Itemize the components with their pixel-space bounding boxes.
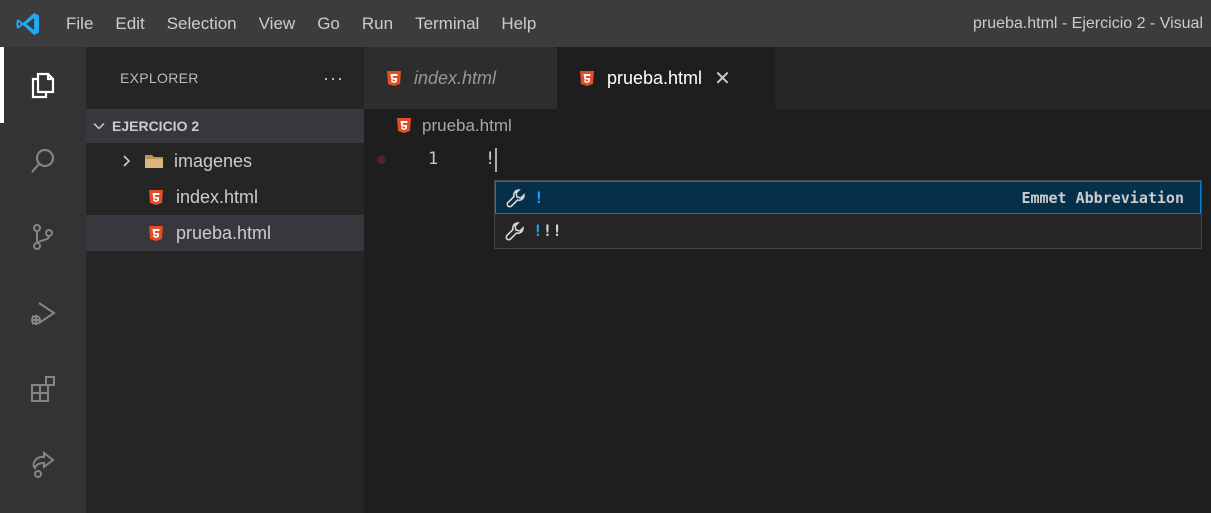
remote-icon[interactable]: [0, 427, 86, 503]
extensions-icon[interactable]: [0, 351, 86, 427]
tree-item-label: imagenes: [174, 150, 253, 171]
explorer-title: EXPLORER: [120, 70, 199, 86]
tab-label: prueba.html: [607, 67, 703, 88]
html-file-icon: [396, 117, 412, 134]
breadcrumb: prueba.html: [364, 109, 1211, 142]
explorer-icon[interactable]: [0, 47, 86, 123]
code-line[interactable]: 1 !: [364, 144, 1211, 178]
workspace-name: EJERCICIO 2: [112, 118, 200, 134]
suggestion-item[interactable]: ! Emmet Abbreviation: [495, 181, 1201, 214]
search-icon[interactable]: [0, 123, 86, 199]
tab-index-html[interactable]: index.html: [364, 47, 557, 109]
vscode-logo-icon: [0, 0, 56, 47]
html-file-icon: [148, 225, 164, 242]
breadcrumb-file[interactable]: prueba.html: [422, 116, 512, 136]
explorer-sidebar: EXPLORER ··· EJERCICIO 2 imagenes index.…: [86, 47, 364, 513]
suggestion-label: !: [534, 188, 544, 207]
menu-bar: File Edit Selection View Go Run Terminal…: [56, 0, 548, 47]
source-control-icon[interactable]: [0, 199, 86, 275]
html-file-icon: [386, 70, 402, 87]
more-actions-icon[interactable]: ···: [323, 68, 344, 89]
menu-help[interactable]: Help: [491, 0, 548, 47]
line-number: 1: [428, 149, 439, 169]
editor-tabs: index.html prueba.html ✕: [364, 47, 1211, 109]
menu-selection[interactable]: Selection: [157, 0, 249, 47]
window-title: prueba.html - Ejercicio 2 - Visual: [972, 14, 1203, 32]
tab-prueba-html[interactable]: prueba.html ✕: [557, 47, 775, 109]
chevron-down-icon: [92, 119, 110, 133]
menu-run[interactable]: Run: [352, 0, 405, 47]
tree-item-label: prueba.html: [176, 222, 272, 243]
wrench-icon: [504, 186, 528, 210]
close-icon[interactable]: ✕: [714, 66, 731, 91]
menu-edit[interactable]: Edit: [105, 0, 156, 47]
suggestion-label: !!!: [533, 221, 562, 240]
wrench-icon: [503, 219, 527, 243]
tree-file-prueba-html[interactable]: prueba.html: [86, 215, 364, 251]
title-bar: File Edit Selection View Go Run Terminal…: [0, 0, 1211, 47]
menu-terminal[interactable]: Terminal: [405, 0, 491, 47]
html-file-icon: [148, 189, 164, 206]
menu-go[interactable]: Go: [307, 0, 352, 47]
run-debug-icon[interactable]: [0, 275, 86, 351]
explorer-header: EXPLORER ···: [86, 47, 364, 109]
line-text[interactable]: !: [485, 149, 495, 169]
tree-folder-imagenes[interactable]: imagenes: [86, 143, 364, 179]
tree-item-label: index.html: [176, 186, 259, 207]
html-file-icon: [579, 70, 595, 87]
workspace-section-header[interactable]: EJERCICIO 2: [86, 109, 364, 143]
tab-label: index.html: [414, 67, 497, 88]
activity-bar: [0, 47, 86, 513]
tree-file-index-html[interactable]: index.html: [86, 179, 364, 215]
editor-area: index.html prueba.html ✕ prueba.html 1 !: [364, 47, 1211, 513]
chevron-right-icon: [116, 154, 138, 168]
menu-file[interactable]: File: [56, 0, 105, 47]
suggestion-item[interactable]: !!!: [495, 214, 1201, 247]
text-cursor: [495, 148, 497, 172]
suggestion-detail: Emmet Abbreviation: [1021, 188, 1184, 207]
suggest-widget: ! Emmet Abbreviation !!!: [494, 180, 1202, 249]
breakpoint-hint-icon[interactable]: [377, 155, 386, 164]
menu-view[interactable]: View: [249, 0, 308, 47]
folder-icon: [144, 153, 164, 169]
